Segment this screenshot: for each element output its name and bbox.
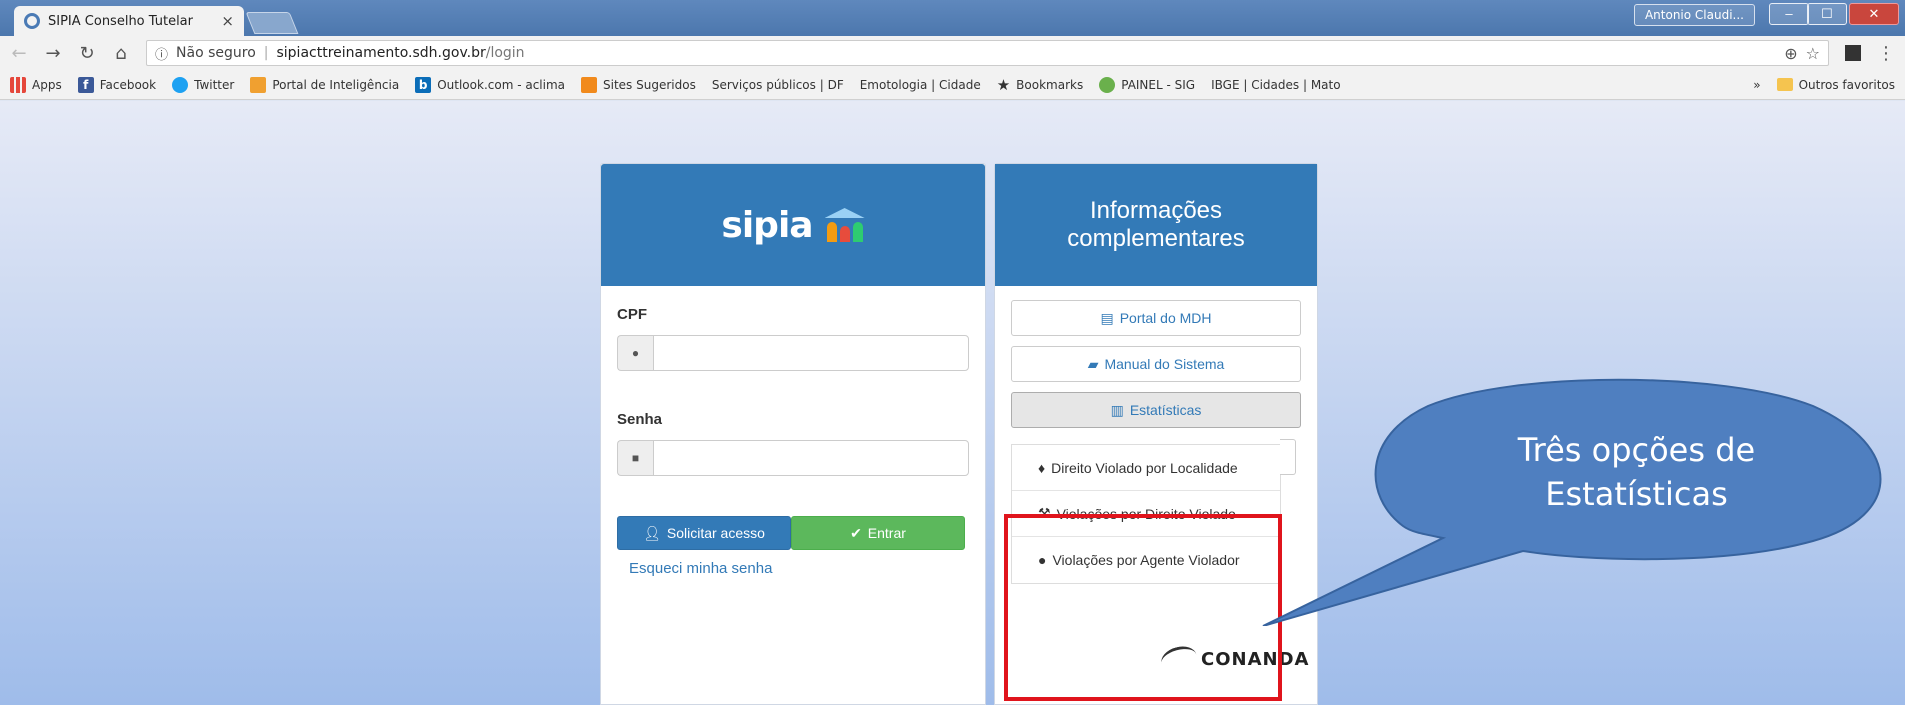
apps-grid-icon: [10, 76, 26, 93]
window-close-icon[interactable]: ✕: [1849, 3, 1899, 25]
new-tab-button[interactable]: [245, 12, 299, 34]
security-label: Não seguro: [176, 45, 256, 61]
bookmark-item[interactable]: Serviços públicos | DF: [712, 78, 844, 92]
bookmark-item[interactable]: f Facebook: [77, 76, 156, 93]
callout-line-1: Três opções de: [1517, 431, 1756, 469]
stats-by-location[interactable]: ♦ Direito Violado por Localidade: [1012, 445, 1280, 491]
facebook-icon: f: [77, 76, 94, 93]
bookmark-item[interactable]: Portal de Inteligência: [250, 76, 399, 93]
bookmark-item[interactable]: Sites Sugeridos: [581, 76, 696, 93]
other-bookmarks[interactable]: Outros favoritos: [1776, 78, 1895, 92]
browser-titlebar: SIPIA Conselho Tutelar × Antonio Claudi.…: [0, 0, 1905, 36]
bookmark-item[interactable]: IBGE | Cidades | Mato: [1211, 78, 1340, 92]
senha-input-group: ■: [617, 440, 969, 476]
twitter-icon: [172, 76, 189, 93]
stats-by-agent[interactable]: ● Violações por Agente Violador: [1012, 537, 1280, 583]
bookmark-item[interactable]: PAINEL - SIG: [1099, 76, 1195, 93]
bing-icon: b: [415, 76, 432, 93]
map-marker-icon: ♦: [1038, 459, 1046, 476]
painel-icon: [1099, 76, 1116, 93]
star-icon: ★: [996, 75, 1011, 94]
home-icon[interactable]: ⌂: [112, 43, 130, 64]
cpf-label: CPF: [617, 306, 647, 323]
user-icon: 👤︎: [643, 524, 661, 541]
portal-icon: [250, 76, 267, 93]
sipia-logo: sipia: [721, 204, 865, 246]
lock-icon: ■: [617, 440, 653, 476]
url-path: /login: [485, 45, 525, 61]
request-access-button[interactable]: 👤︎ Solicitar acesso: [617, 516, 791, 550]
forgot-password-link[interactable]: Esqueci minha senha: [629, 560, 969, 577]
bookmarks-overflow-button[interactable]: »: [1753, 78, 1760, 92]
reload-icon[interactable]: ↻: [78, 43, 96, 64]
callout-text: Três opções de Estatísticas: [1373, 428, 1900, 516]
login-panel: sipia CPF ● Senha ■ 👤︎ Solicitar acesso: [600, 163, 986, 705]
bookmark-star-icon[interactable]: ☆: [1806, 44, 1820, 63]
browser-menu-icon[interactable]: ⋮: [1877, 43, 1895, 64]
enter-button[interactable]: ✔ Entrar: [791, 516, 965, 550]
page-background: sipia CPF ● Senha ■ 👤︎ Solicitar acesso: [0, 101, 1905, 705]
book-icon: ▰: [1087, 355, 1099, 372]
url-text: sipiacttreinamento.sdh.gov.br/login: [276, 45, 524, 61]
conanda-logo: CONANDA: [1158, 642, 1310, 676]
bookmark-item[interactable]: b Outlook.com - aclima: [415, 76, 565, 93]
zoom-icon[interactable]: ⊕: [1784, 44, 1797, 63]
gavel-icon: ⚒: [1038, 505, 1051, 521]
maximize-icon[interactable]: ☐: [1807, 3, 1847, 25]
browser-toolbar: ← → ↻ ⌂ ⓘ Não seguro | sipiacttreinament…: [0, 36, 1905, 70]
forward-arrow-icon[interactable]: →: [44, 43, 62, 64]
senha-label: Senha: [617, 411, 663, 428]
check-icon: ✔: [850, 524, 862, 541]
bookmark-item[interactable]: Emotologia | Cidade: [860, 78, 981, 92]
bookmarks-bar: Apps f Facebook Twitter Portal de Intelig…: [0, 70, 1905, 100]
url-host: sipiacttreinamento.sdh.gov.br: [276, 45, 486, 61]
profile-button[interactable]: Antonio Claudi...: [1633, 4, 1755, 26]
tab-close-icon[interactable]: ×: [221, 12, 234, 30]
address-bar[interactable]: ⓘ Não seguro | sipiacttreinamento.sdh.go…: [146, 40, 1829, 66]
login-header: sipia: [601, 164, 985, 286]
cpf-input-group: ●: [617, 335, 969, 371]
sipia-favicon-icon: [24, 13, 40, 29]
tab-title: SIPIA Conselho Tutelar: [48, 13, 193, 29]
logo-text: sipia: [721, 204, 813, 246]
login-buttons: 👤︎ Solicitar acesso ✔ Entrar: [617, 516, 969, 550]
back-arrow-icon[interactable]: ←: [10, 43, 28, 64]
newspaper-icon: ▤: [1100, 309, 1114, 326]
senha-input[interactable]: [653, 440, 969, 476]
folder-icon: [1776, 78, 1793, 91]
minimize-icon[interactable]: ‒: [1769, 3, 1809, 25]
conanda-swoosh-icon: [1158, 642, 1200, 676]
bookmark-item[interactable]: Apps: [10, 76, 62, 93]
bar-chart-icon: ▥: [1110, 401, 1124, 418]
callout-line-2: Estatísticas: [1545, 475, 1728, 513]
user-icon: ●: [1038, 552, 1047, 568]
address-separator: |: [263, 45, 269, 61]
bookmark-item[interactable]: Twitter: [172, 76, 234, 93]
statistics-dropdown: ♦ Direito Violado por Localidade ⚒ Viola…: [1011, 439, 1296, 584]
browser-tab[interactable]: SIPIA Conselho Tutelar ×: [14, 6, 244, 36]
sites-icon: [581, 76, 598, 93]
family-house-icon: [824, 208, 865, 242]
stats-by-right[interactable]: ⚒ Violações por Direito Violado: [1012, 491, 1280, 537]
login-form: CPF ● Senha ■ 👤︎ Solicitar acesso ✔ Entr…: [601, 286, 985, 597]
info-title: Informações complementares: [995, 164, 1317, 286]
user-icon: ●: [617, 335, 653, 371]
info-icon[interactable]: ⓘ: [155, 44, 168, 63]
conanda-text: CONANDA: [1201, 648, 1310, 670]
cpf-input[interactable]: [653, 335, 969, 371]
bookmark-item[interactable]: ★ Bookmarks: [997, 76, 1084, 94]
extension-icon[interactable]: [1845, 45, 1861, 61]
portal-mdh-button[interactable]: ▤ Portal do MDH: [1011, 300, 1301, 336]
callout-bubble: Três opções de Estatísticas: [1262, 376, 1900, 626]
